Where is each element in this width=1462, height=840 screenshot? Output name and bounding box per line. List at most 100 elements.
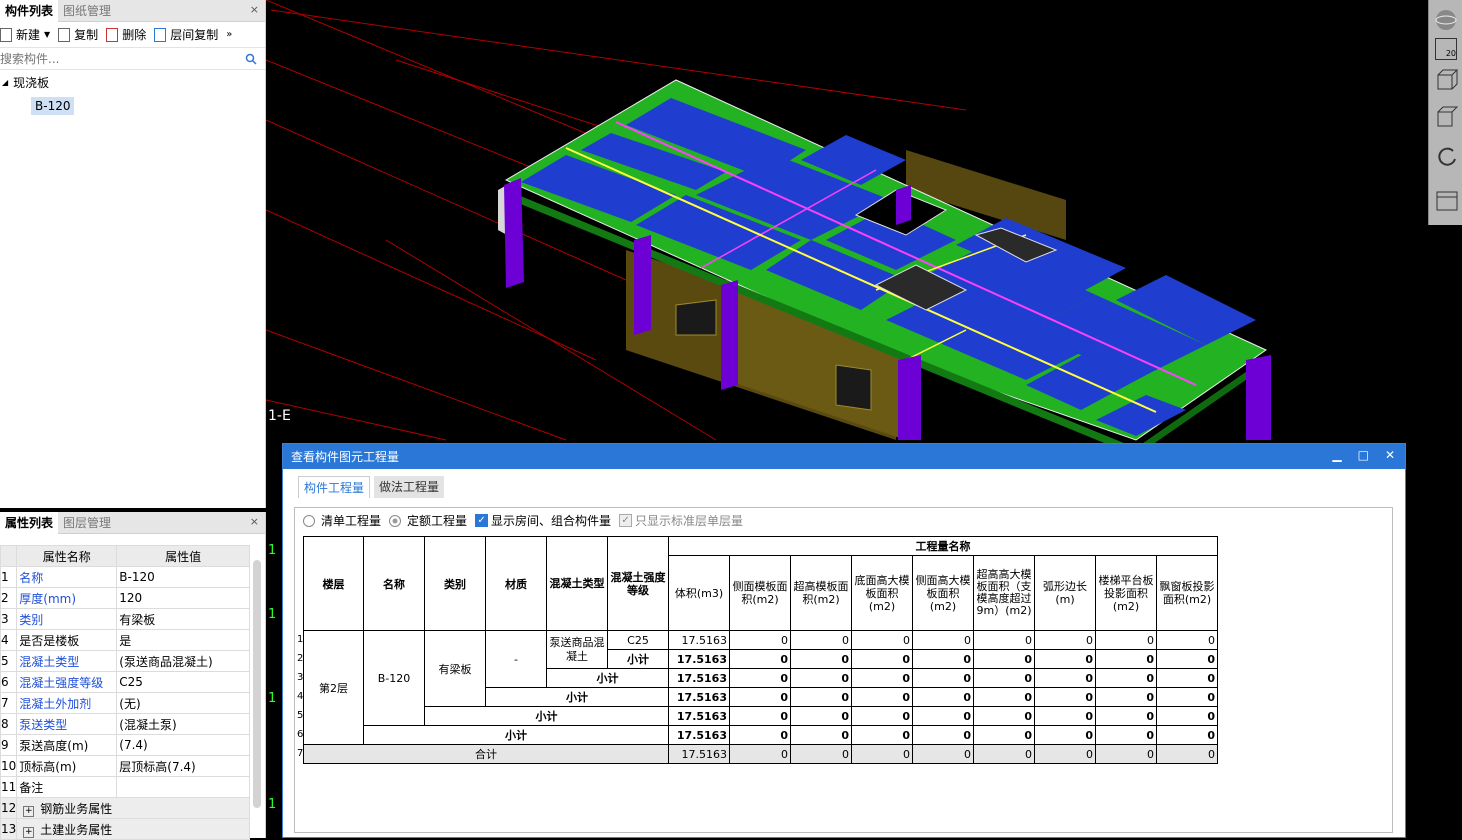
attribute-row[interactable]: 12 + 钢筋业务属性 <box>0 797 250 819</box>
row-number: 3 <box>0 608 18 630</box>
attribute-name-header: 属性名称 <box>16 545 118 567</box>
checkbox-show-room[interactable]: ✓ <box>475 514 489 527</box>
tab-layer-management[interactable]: 图层管理 <box>58 512 116 534</box>
attribute-row[interactable]: 10 顶标高(m) 层顶标高(7.4) <box>0 755 250 777</box>
tab-component-quantity[interactable]: 构件工程量 <box>298 476 371 498</box>
cell-value: 0 <box>1034 725 1096 745</box>
cell-concrete-grade: C25 <box>607 630 669 650</box>
minimize-button[interactable]: ▁ <box>1332 448 1341 462</box>
globe-icon[interactable] <box>1434 8 1458 32</box>
cell-value: 0 <box>729 630 791 650</box>
attribute-row[interactable]: 8 泵送类型 (混凝土泵) <box>0 713 250 735</box>
cell-value: 0 <box>912 649 974 669</box>
tree-category-label: 现浇板 <box>13 75 50 90</box>
table-total-row[interactable]: 合计 17.5163 0 0 0 0 0 0 0 0 <box>303 744 1218 764</box>
cell-value: 0 <box>851 744 913 764</box>
close-icon[interactable]: × <box>250 515 259 528</box>
table-row[interactable]: 小计 17.5163 0 0 0 0 0 0 0 0 <box>304 706 1218 726</box>
attribute-row[interactable]: 3 类别 有梁板 <box>0 608 250 630</box>
attribute-row[interactable]: 5 混凝土类型 (泵送商品混凝土) <box>0 650 250 672</box>
attribute-value[interactable]: (泵送商品混凝土) <box>116 650 250 672</box>
cell-value: 0 <box>1156 725 1218 745</box>
attribute-value[interactable]: 是 <box>116 629 250 651</box>
attribute-name: 混凝土类型 <box>16 650 118 672</box>
cell-value: 0 <box>1034 649 1096 669</box>
tab-drawing-management[interactable]: 图纸管理 <box>58 0 116 22</box>
axis-label: 1-E <box>268 408 291 424</box>
cell-subtotal-label: 小计 <box>607 649 669 669</box>
quantity-options: 清单工程量 定额工程量 ✓ 显示房间、组合构件量 ✓ 只显示标准层单层量 <box>303 512 743 529</box>
attribute-row[interactable]: 4 是否是楼板是 <box>0 629 250 651</box>
rotate-icon[interactable] <box>1435 145 1459 169</box>
radio-quota-quantity-label: 定额工程量 <box>407 514 468 528</box>
more-icon[interactable]: » <box>226 29 232 40</box>
expand-icon[interactable]: + <box>23 805 35 817</box>
attribute-value[interactable]: 有梁板 <box>116 608 250 630</box>
table-row[interactable]: 第2层 B-120 有梁板 - 泵送商品混凝土 C25 17.5163 0 0 … <box>303 630 1218 745</box>
row-number: 1 <box>0 566 18 588</box>
attribute-row[interactable]: 1 名称 B-120 <box>0 566 250 588</box>
tab-method-quantity[interactable]: 做法工程量 <box>374 476 445 498</box>
cell-value: 0 <box>912 630 974 650</box>
attribute-row[interactable]: 13 + 土建业务属性 <box>0 818 250 840</box>
attribute-row[interactable]: 9 泵送高度(m) (7.4) <box>0 734 250 756</box>
header-concrete-grade: 混凝土强度等级 <box>607 536 669 631</box>
attribute-value[interactable]: (混凝土泵) <box>116 713 250 735</box>
header-quantity-group: 工程量名称 <box>668 536 1218 556</box>
attribute-value[interactable]: 120 <box>116 587 250 609</box>
cell-subtotal-label: 小计 <box>485 687 669 707</box>
close-button[interactable]: ✕ <box>1385 448 1395 462</box>
expand-icon[interactable]: + <box>23 826 35 838</box>
grid-icon[interactable] <box>1435 188 1459 212</box>
scale-icon[interactable]: 20 <box>1435 38 1457 60</box>
cell-value: 0 <box>1095 649 1157 669</box>
tab-component-list[interactable]: 构件列表 <box>0 0 59 22</box>
new-button[interactable]: 新建 ▼ <box>0 26 50 43</box>
attribute-row[interactable]: 2 厚度(mm) 120 <box>0 587 250 609</box>
header-name: 名称 <box>363 536 425 631</box>
search-input[interactable] <box>0 51 230 66</box>
delete-button[interactable]: 删除 <box>106 26 146 43</box>
table-row[interactable]: 小计 17.5163 0 0 0 0 0 0 0 0 <box>304 725 1218 745</box>
radio-quota-quantity[interactable] <box>389 514 402 527</box>
cell-value: 17.5163 <box>668 706 730 726</box>
cell-subtotal-label: 小计 <box>546 668 669 688</box>
row-number: 1 <box>297 634 304 645</box>
cell-value: 0 <box>1034 744 1096 764</box>
attribute-value[interactable]: (无) <box>116 692 250 714</box>
expand-icon[interactable]: ◢ <box>2 78 8 87</box>
cell-value: 0 <box>973 744 1035 764</box>
floor-copy-button[interactable]: 层间复制 <box>154 26 218 43</box>
tree-category[interactable]: ◢ 现浇板 <box>0 70 265 94</box>
search-icon[interactable] <box>245 53 257 65</box>
attribute-row[interactable]: 11 备注 <box>0 776 250 798</box>
row-number: 6 <box>0 671 18 693</box>
attribute-value[interactable]: 层顶标高(7.4) <box>116 755 250 777</box>
attribute-scrollbar[interactable] <box>253 560 261 808</box>
radio-bill-quantity[interactable] <box>303 514 315 527</box>
box-icon[interactable] <box>1435 105 1459 129</box>
row-number: 5 <box>297 710 304 721</box>
attribute-panel: 属性列表 图层管理 × 属性名称 属性值 1 名称 B-120 2 厚度(mm) 120 3… <box>0 511 266 840</box>
checkbox-standard-floor[interactable]: ✓ <box>619 514 633 527</box>
component-search <box>0 48 265 70</box>
copy-button[interactable]: 复制 <box>58 26 98 43</box>
attribute-rows: 1 名称 B-120 2 厚度(mm) 120 3 类别 有梁板 4 是否是楼板是 5 混凝土类型 (泵送… <box>0 566 250 840</box>
attribute-value[interactable]: (7.4) <box>116 734 250 756</box>
close-icon[interactable]: × <box>250 3 259 16</box>
attribute-value[interactable] <box>116 776 250 798</box>
row-number: 2 <box>297 653 304 664</box>
attribute-name: 顶标高(m) <box>16 755 118 777</box>
cell-value: 0 <box>973 725 1035 745</box>
cube-icon[interactable] <box>1435 68 1459 92</box>
maximize-button[interactable]: □ <box>1358 448 1369 462</box>
attribute-value[interactable]: B-120 <box>116 566 250 588</box>
dialog-body: 清单工程量 定额工程量 ✓ 显示房间、组合构件量 ✓ 只显示标准层单层量 楼层 名称… <box>294 507 1393 833</box>
cell-value: 0 <box>1095 687 1157 707</box>
dialog-titlebar: 查看构件图元工程量 ▁ □ ✕ <box>283 444 1405 469</box>
attribute-row[interactable]: 7 混凝土外加剂 (无) <box>0 692 250 714</box>
tab-attribute-list[interactable]: 属性列表 <box>0 511 59 534</box>
attribute-row[interactable]: 6 混凝土强度等级 C25 <box>0 671 250 693</box>
attribute-value[interactable]: C25 <box>116 671 250 693</box>
tree-item[interactable]: B-120 <box>0 94 265 118</box>
